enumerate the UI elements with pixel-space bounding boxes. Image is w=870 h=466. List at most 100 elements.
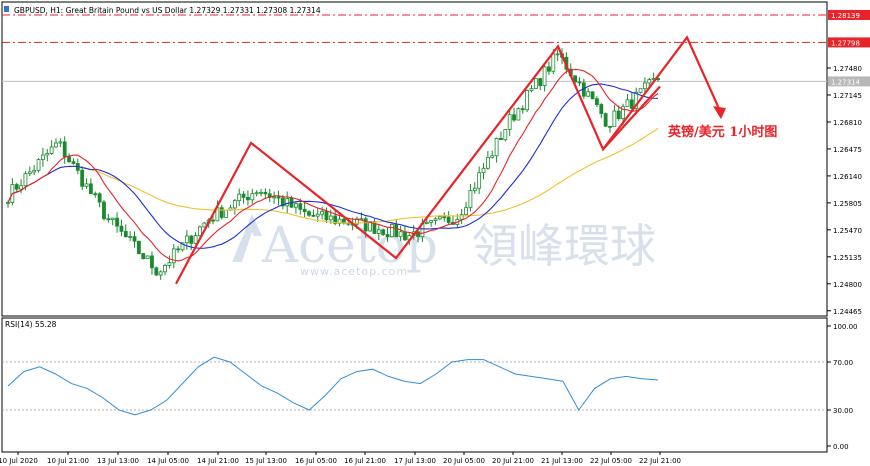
price-tick-label: 1.25470 [833,227,862,235]
candle-body [198,226,202,237]
candle-body [62,141,67,158]
watermark-cn: 領峰環球 [472,219,656,273]
symbol-icon [4,6,9,12]
candle-body [512,114,516,121]
candle-body [320,210,324,215]
candle-body [608,125,612,128]
candle-body [237,193,242,201]
time-tick-label: 20 Jul 21:00 [492,457,534,465]
candle [516,107,521,121]
candle [503,129,508,142]
candle-body [507,114,512,130]
candle-body [494,137,499,157]
candle [224,209,229,218]
candle [141,252,146,260]
candle-body [119,225,124,232]
time-tick-label: 15 Jul 13:00 [245,457,287,465]
candle-body [429,220,434,223]
candle-body [629,99,634,109]
candle-body [490,155,495,158]
candle-body [376,229,381,234]
chart-window: Acetop 領峰環球 www.acetop.com 1.28139 1.27798 1.… [0,0,870,466]
candle-body [232,200,237,209]
candle-body [643,82,647,90]
candle-body [533,78,538,90]
candle-body [442,216,447,219]
candle-body [123,230,128,238]
rsi-tick-label: 70.00 [833,359,853,367]
candle-body [555,53,560,56]
candle-body [132,236,137,242]
candle-body [590,91,595,100]
candle-body [259,191,263,194]
candle-body [93,193,98,196]
candle-body [503,129,508,141]
candle-body [45,153,50,156]
rsi-panel [1,317,828,453]
candle-body [141,253,146,260]
time-tick-label: 14 Jul 21:00 [197,457,239,465]
candle-body [446,216,451,223]
rsi-label: RSI(14) 55.28 [5,320,57,329]
time-tick-label: 21 Jul 13:00 [541,457,583,465]
candle-body [276,196,281,199]
rsi-tick-label: 0.00 [833,443,849,451]
time-tick-label: 10 Jul 21:00 [47,457,89,465]
candle-body [27,171,32,175]
candle-body [145,255,150,260]
candle-body [80,169,85,187]
candle [36,158,41,173]
candle [102,199,106,221]
candle-body [32,169,37,173]
level-tag-label: 1.28139 [831,12,860,20]
candle-body [472,187,477,192]
price-tick-label: 1.24465 [833,308,862,316]
candle-body [485,156,490,169]
candle-body [254,192,259,195]
candle-body [328,215,333,221]
candle-body [389,224,394,238]
candle-body [542,66,547,87]
candle-body [163,264,167,273]
time-tick-label: 13 Jul 13:00 [97,457,139,465]
candle-body [158,271,163,276]
chart-canvas[interactable]: Acetop 領峰環球www.acetop.com1.281391.277981.… [0,0,870,466]
candle-body [311,214,316,217]
candle-body [647,79,652,84]
candle-body [538,78,543,87]
candle-body [385,234,390,238]
candle-body [599,104,604,115]
candle-body [136,240,141,254]
candle-body [586,91,591,97]
time-tick-label: 22 Jul 05:00 [590,457,632,465]
price-tick-label: 1.27145 [833,92,862,100]
candle-body [6,202,10,204]
candle [154,266,159,276]
rsi-tick-label: 100.00 [833,323,858,331]
candle [603,112,608,127]
candle [389,223,394,238]
candle-body [49,146,54,154]
rsi-tick-label: 30.00 [833,407,853,415]
candle-body [394,224,399,238]
time-tick-label: 22 Jul 21:00 [639,457,681,465]
candle [533,78,538,90]
candle-body [167,262,172,266]
candle-body [516,108,521,121]
time-tick-label: 20 Jul 05:00 [443,457,485,465]
candle-body [106,218,111,221]
candle-body [315,213,320,217]
time-tick-label: 14 Jul 05:00 [147,457,189,465]
candle-body [459,214,464,220]
candle-body [193,235,198,244]
candle-body [529,88,534,92]
candle-body [638,88,643,93]
candle-body [272,196,277,199]
candle-body [481,167,486,174]
candle-body [307,211,311,216]
chart-header: GBPUSD, H1: Great Britain Pound vs US Do… [14,6,321,15]
candle-body [324,210,329,221]
candle-body [520,108,525,111]
candle-body [363,218,368,232]
candle-body [477,172,482,189]
